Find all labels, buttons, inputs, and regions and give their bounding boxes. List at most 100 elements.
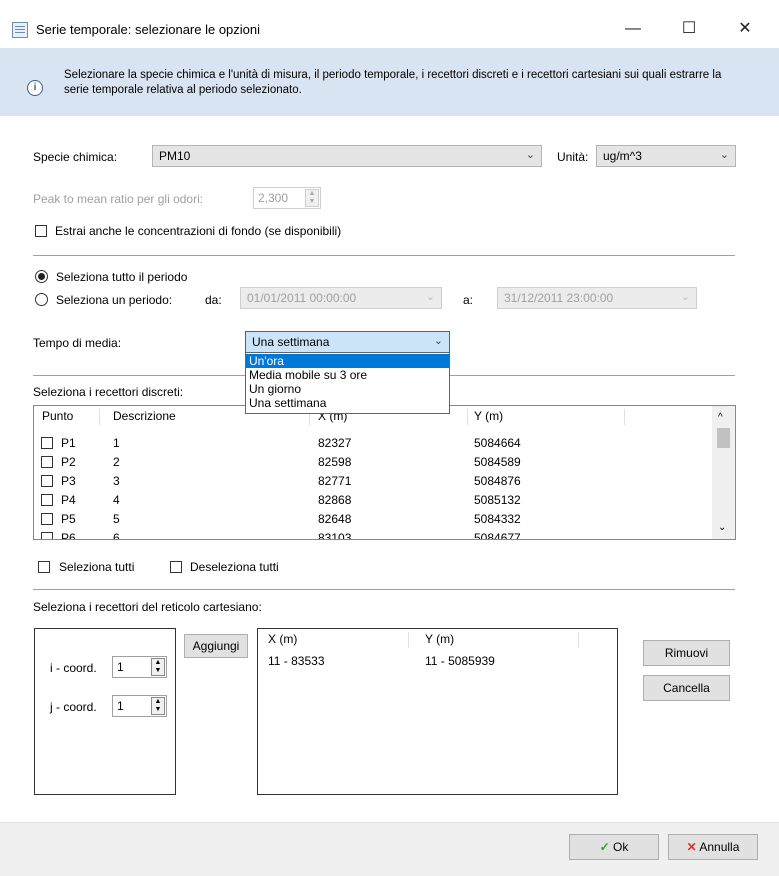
cell-y: 11 - 5085939 xyxy=(425,654,495,668)
background-checkbox[interactable] xyxy=(35,225,47,237)
chevron-down-icon: ⌄ xyxy=(525,149,535,161)
discrete-label: Seleziona i recettori discreti: xyxy=(33,385,184,399)
vertical-scrollbar[interactable]: ^ ⌄ xyxy=(712,406,735,539)
spin-arrows-icon[interactable]: ▲ ▼ xyxy=(151,658,165,676)
column-header-descrizione[interactable]: Descrizione xyxy=(113,406,176,426)
table-row[interactable]: P1 1 82327 5084664 xyxy=(34,433,714,452)
x-icon: ✕ xyxy=(686,840,697,854)
from-label: da: xyxy=(205,293,222,307)
column-header-x[interactable]: X (m) xyxy=(268,629,297,649)
range-period-label: Seleziona un periodo: xyxy=(56,293,173,307)
ok-button[interactable]: ✓ Ok xyxy=(569,834,659,860)
row-checkbox[interactable] xyxy=(41,437,53,449)
cell-punto: P4 xyxy=(61,493,76,507)
range-period-radio[interactable] xyxy=(35,293,48,306)
dropdown-option[interactable]: Un'ora xyxy=(246,354,449,368)
i-coord-stepper[interactable]: 1 ▲ ▼ xyxy=(112,656,167,678)
select-all-label: Seleziona tutti xyxy=(59,560,135,574)
dropdown-option[interactable]: Una settimana xyxy=(246,396,449,410)
info-text: Selezionare la specie chimica e l'unità … xyxy=(64,69,722,96)
dropdown-option[interactable]: Un giorno xyxy=(246,382,449,396)
window-icon xyxy=(12,22,28,38)
column-separator xyxy=(99,409,100,425)
cell-y: 5084677 xyxy=(474,531,521,540)
to-label: a: xyxy=(463,293,474,307)
table-row[interactable]: P6 6 83103 5084677 xyxy=(34,528,714,540)
spin-arrows-icon[interactable]: ▲ ▼ xyxy=(151,697,165,715)
cell-x: 82868 xyxy=(318,493,352,507)
cell-x: 82648 xyxy=(318,512,352,526)
cell-descrizione: 4 xyxy=(113,493,120,507)
all-period-radio[interactable] xyxy=(35,270,48,283)
to-date-picker[interactable]: 31/12/2011 23:00:00 ⌄ xyxy=(497,287,697,309)
table-row[interactable]: 11 - 83533 11 - 5085939 xyxy=(258,651,617,671)
column-separator xyxy=(408,632,409,648)
j-coord-stepper[interactable]: 1 ▲ ▼ xyxy=(112,695,167,717)
maximize-button[interactable]: ☐ xyxy=(666,14,712,44)
divider xyxy=(33,255,735,256)
cell-descrizione: 5 xyxy=(113,512,120,526)
cell-x: 82327 xyxy=(318,436,352,450)
clear-button[interactable]: Cancella xyxy=(643,675,730,701)
all-period-label: Seleziona tutto il periodo xyxy=(56,270,188,284)
dropdown-option[interactable]: Media mobile su 3 ore xyxy=(246,368,449,382)
j-coord-value: 1 xyxy=(117,699,124,713)
cell-descrizione: 2 xyxy=(113,455,120,469)
to-date-value: 31/12/2011 23:00:00 xyxy=(504,291,614,305)
cell-descrizione: 1 xyxy=(113,436,120,450)
row-checkbox[interactable] xyxy=(41,456,53,468)
column-header-y[interactable]: Y (m) xyxy=(425,629,454,649)
column-separator xyxy=(578,632,579,648)
table-row[interactable]: P5 5 82648 5084332 xyxy=(34,509,714,528)
chevron-down-icon: ⌄ xyxy=(680,291,690,303)
select-all-checkbox[interactable] xyxy=(38,561,50,573)
deselect-all-checkbox[interactable] xyxy=(170,561,182,573)
cell-punto: P1 xyxy=(61,436,76,450)
footer-bar xyxy=(0,822,779,876)
table-row[interactable]: P2 2 82598 5084589 xyxy=(34,452,714,471)
cell-punto: P5 xyxy=(61,512,76,526)
unit-combo[interactable]: ug/m^3 ⌄ xyxy=(596,145,736,167)
checkmark-icon: ✓ xyxy=(599,840,610,854)
chevron-down-icon: ⌄ xyxy=(719,149,729,161)
discrete-receptors-list[interactable]: Punto Descrizione X (m) Y (m) P1 1 82327… xyxy=(33,405,736,540)
species-label: Specie chimica: xyxy=(33,150,118,164)
unit-label: Unità: xyxy=(557,150,589,164)
column-header-y[interactable]: Y (m) xyxy=(474,406,503,426)
from-date-value: 01/01/2011 00:00:00 xyxy=(247,291,357,305)
scrollbar-thumb[interactable] xyxy=(717,428,730,448)
cancel-button[interactable]: ✕ Annulla xyxy=(668,834,758,860)
chevron-down-icon: ⌄ xyxy=(425,291,435,303)
remove-button[interactable]: Rimuovi xyxy=(643,640,730,666)
column-header-punto[interactable]: Punto xyxy=(42,406,73,426)
cell-punto: P2 xyxy=(61,455,76,469)
cell-punto: P6 xyxy=(61,531,76,540)
minimize-button[interactable]: — xyxy=(610,14,656,44)
scroll-down-icon[interactable]: ⌄ xyxy=(718,522,726,533)
cell-x: 82598 xyxy=(318,455,352,469)
close-button[interactable]: ✕ xyxy=(722,14,768,44)
row-checkbox[interactable] xyxy=(41,532,53,539)
cell-x: 82771 xyxy=(318,474,352,488)
peak-label: Peak to mean ratio per gli odori: xyxy=(33,192,204,206)
averaging-value: Una settimana xyxy=(252,335,330,349)
table-row[interactable]: P4 4 82868 5085132 xyxy=(34,490,714,509)
cartesian-receptors-list[interactable]: X (m) Y (m) 11 - 83533 11 - 5085939 xyxy=(257,628,618,795)
species-combo[interactable]: PM10 ⌄ xyxy=(152,145,542,167)
info-icon: i xyxy=(27,80,43,96)
scroll-up-icon[interactable]: ^ xyxy=(718,412,723,423)
from-date-picker[interactable]: 01/01/2011 00:00:00 ⌄ xyxy=(240,287,442,309)
cartesian-label: Seleziona i recettori del reticolo carte… xyxy=(33,600,262,614)
peak-stepper: 2,300 ▲ ▼ xyxy=(253,187,321,209)
cell-y: 5084332 xyxy=(474,512,521,526)
add-button[interactable]: Aggiungi xyxy=(184,634,248,658)
row-checkbox[interactable] xyxy=(41,475,53,487)
row-checkbox[interactable] xyxy=(41,513,53,525)
table-row[interactable]: P3 3 82771 5084876 xyxy=(34,471,714,490)
averaging-dropdown-list[interactable]: Un'ora Media mobile su 3 ore Un giorno U… xyxy=(245,352,450,414)
averaging-label: Tempo di media: xyxy=(33,336,122,350)
averaging-combo[interactable]: Una settimana ⌄ xyxy=(245,331,450,353)
row-checkbox[interactable] xyxy=(41,494,53,506)
background-checkbox-label: Estrai anche le concentrazioni di fondo … xyxy=(55,224,342,238)
j-coord-label: j - coord. xyxy=(50,700,97,714)
